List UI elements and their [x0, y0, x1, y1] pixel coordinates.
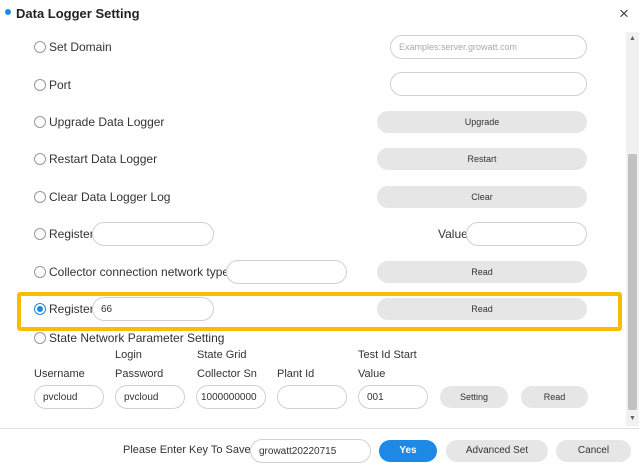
- collector-sn-label-2: Collector Sn: [197, 368, 257, 380]
- dialog-footer: Please Enter Key To Save Yes Advanced Se…: [0, 428, 639, 471]
- radio-clear[interactable]: [34, 191, 46, 203]
- setting-button[interactable]: Setting: [440, 386, 508, 408]
- title-dot-icon: [5, 9, 11, 15]
- cancel-button[interactable]: Cancel: [556, 440, 631, 462]
- row-port: Port: [0, 69, 626, 99]
- domain-input[interactable]: [390, 35, 587, 59]
- row-collector-network: Collector connection network type Read: [0, 257, 626, 287]
- value-label: Value: [438, 227, 468, 241]
- state-network-label: State Network Parameter Setting: [49, 331, 225, 345]
- radio-state-network[interactable]: [34, 332, 46, 344]
- test-id-label-2: Value: [358, 368, 386, 380]
- register-value-input[interactable]: [466, 222, 587, 246]
- collector-sn-input[interactable]: [196, 385, 266, 409]
- advanced-set-button[interactable]: Advanced Set: [446, 440, 548, 462]
- radio-set-domain[interactable]: [34, 41, 46, 53]
- collector-network-label: Collector connection network type: [49, 265, 230, 279]
- radio-collector-network[interactable]: [34, 266, 46, 278]
- row-upgrade: Upgrade Data Logger Upgrade: [0, 107, 626, 137]
- close-icon[interactable]: ×: [614, 4, 634, 24]
- yes-button[interactable]: Yes: [379, 440, 437, 462]
- radio-restart[interactable]: [34, 153, 46, 165]
- test-id-input[interactable]: [358, 385, 428, 409]
- collector-sn-label-1: State Grid: [197, 349, 247, 361]
- radio-upgrade[interactable]: [34, 116, 46, 128]
- row-clear: Clear Data Logger Log Clear: [0, 182, 626, 212]
- clear-button[interactable]: Clear: [377, 186, 587, 208]
- test-id-label-1: Test Id Start: [358, 349, 417, 361]
- scrollbar-thumb[interactable]: [628, 154, 637, 410]
- selection-highlight: [17, 292, 622, 331]
- upgrade-button[interactable]: Upgrade: [377, 111, 587, 133]
- row-restart: Restart Data Logger Restart: [0, 144, 626, 174]
- dialog-title: Data Logger Setting: [16, 6, 140, 21]
- register-set-label: Register: [49, 227, 94, 241]
- row-register-set: Register Value: [0, 219, 626, 249]
- restart-button[interactable]: Restart: [377, 148, 587, 170]
- port-input[interactable]: [390, 72, 587, 96]
- login-password-label-2: Password: [115, 368, 164, 380]
- plant-id-label: Plant Id: [277, 368, 315, 380]
- collector-network-input[interactable]: [226, 260, 347, 284]
- set-domain-label: Set Domain: [49, 40, 112, 54]
- row-state-network: State Network Parameter Setting: [0, 328, 626, 348]
- restart-label: Restart Data Logger: [49, 152, 158, 166]
- register-set-input[interactable]: [92, 222, 214, 246]
- dialog-titlebar: Data Logger Setting ×: [0, 0, 639, 32]
- state-read-button[interactable]: Read: [521, 386, 588, 408]
- login-password-label-1: Login: [115, 349, 142, 361]
- password-input[interactable]: [115, 385, 185, 409]
- row-set-domain: Set Domain: [0, 32, 626, 62]
- port-label: Port: [49, 78, 72, 92]
- plant-id-input[interactable]: [277, 385, 347, 409]
- scroll-up-icon[interactable]: ▲: [626, 34, 639, 44]
- scrollbar[interactable]: ▲ ▼: [626, 32, 639, 426]
- username-label: Username: [34, 368, 85, 380]
- settings-panel: Set Domain Port Upgrade Data Logger Upgr…: [0, 32, 626, 426]
- scroll-down-icon[interactable]: ▼: [626, 414, 639, 424]
- username-input[interactable]: [34, 385, 104, 409]
- clear-label: Clear Data Logger Log: [49, 190, 171, 204]
- save-key-input[interactable]: [250, 439, 371, 463]
- radio-port[interactable]: [34, 79, 46, 91]
- upgrade-label: Upgrade Data Logger: [49, 115, 165, 129]
- save-key-prompt: Please Enter Key To Save: [123, 444, 251, 456]
- collector-network-read-button[interactable]: Read: [377, 261, 587, 283]
- radio-register-set[interactable]: [34, 228, 46, 240]
